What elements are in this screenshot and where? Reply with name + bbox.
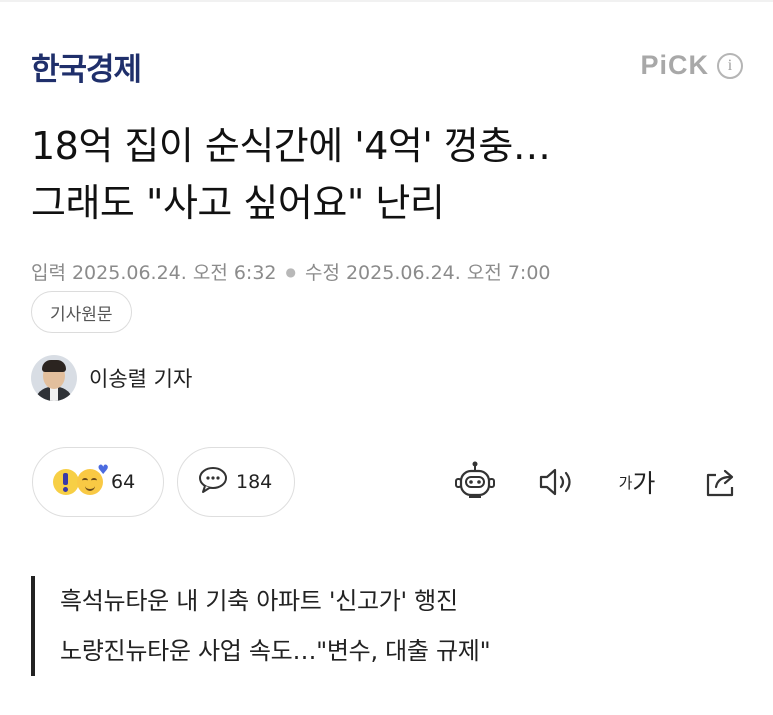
article-dates: 입력 2025.06.24. 오전 6:32 ● 수정 2025.06.24. … [31, 258, 551, 285]
text-size-large-label: 가 [632, 469, 656, 498]
input-date: 2025.06.24. 오전 6:32 [71, 262, 277, 284]
pick-badge[interactable]: PiCK i [640, 50, 743, 81]
related-headline-2: 노량진뉴타운 사업 속도…"변수, 대출 규제" [60, 637, 491, 665]
headline-line-1: 18억 집이 순식간에 '4억' 껑충… [31, 124, 551, 168]
reporter-name[interactable]: 이송렬 기자 [89, 363, 192, 393]
text-size-small-label: 가 [618, 473, 633, 492]
reporter-info[interactable]: 이송렬 기자 [31, 355, 192, 401]
headline-line-2: 그래도 "사고 싶어요" 난리 [31, 181, 445, 225]
modified-date: 2025.06.24. 오전 7:00 [345, 262, 551, 284]
article-headline: 18억 집이 순식간에 '4억' 껑충… 그래도 "사고 싶어요" 난리 [31, 118, 751, 232]
ai-summary-bot-icon[interactable] [453, 457, 497, 507]
article-toolbar: 가가 [0, 457, 773, 507]
press-logo[interactable]: 한국경제 [31, 44, 142, 89]
original-article-button[interactable]: 기사원문 [31, 291, 132, 333]
modified-label: 수정 [305, 262, 340, 284]
reporter-avatar[interactable] [31, 355, 77, 401]
text-size-button[interactable]: 가가 [612, 457, 662, 507]
pick-label: PiCK [640, 50, 709, 80]
speaker-icon[interactable] [536, 457, 576, 507]
related-headline-1: 흑석뉴타운 내 기축 아파트 '신고가' 행진 [60, 587, 458, 615]
date-separator: ● [285, 264, 296, 279]
input-label: 입력 [31, 262, 66, 284]
share-icon[interactable] [700, 457, 742, 507]
info-icon[interactable]: i [717, 52, 743, 79]
top-divider [0, 0, 773, 2]
related-headlines: 흑석뉴타운 내 기축 아파트 '신고가' 행진 노량진뉴타운 사업 속도…"변수… [31, 576, 491, 676]
